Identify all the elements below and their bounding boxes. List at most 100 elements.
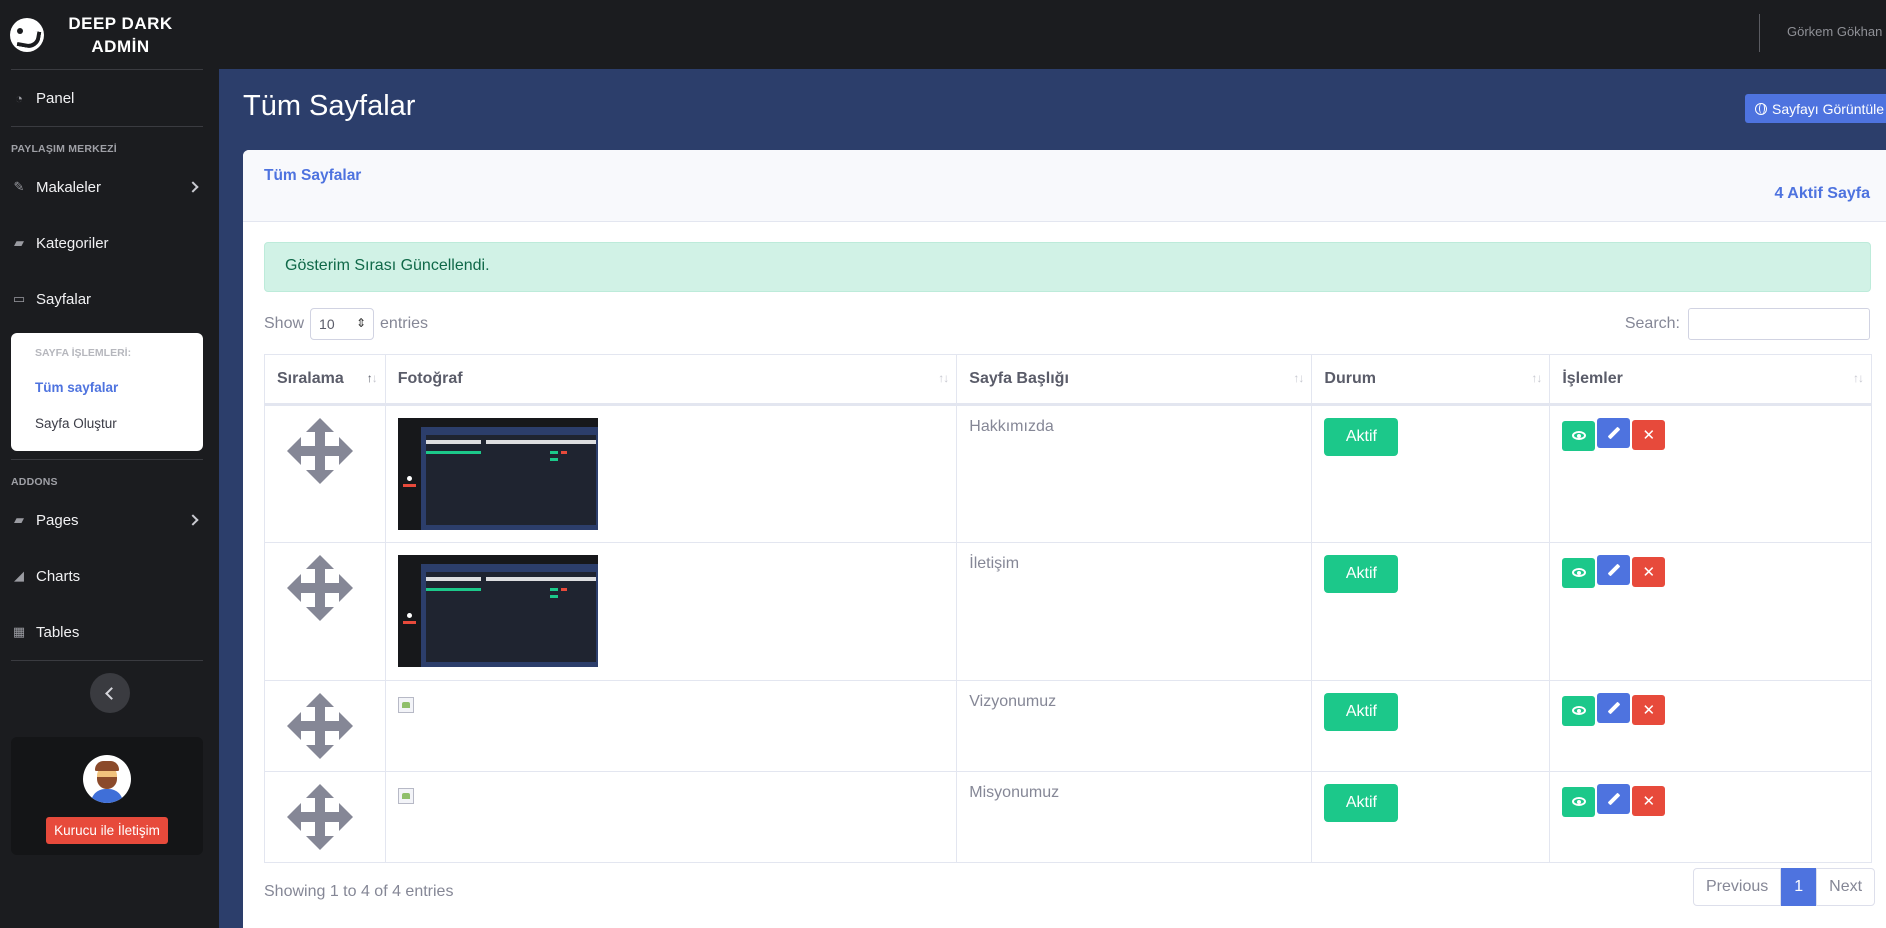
column-header-fotograf[interactable]: Fotoğraf ↑↓ xyxy=(384,354,958,406)
tachometer-icon: ◔ xyxy=(15,90,23,106)
edit-button[interactable] xyxy=(1597,555,1631,585)
sidebar-heading: PAYLAŞIM MERKEZİ xyxy=(11,143,117,155)
pagination-next[interactable]: Next xyxy=(1816,868,1876,906)
sidebar-item-tables[interactable]: ▦ Tables xyxy=(0,604,219,660)
sidebar-item-sayfalar[interactable]: ▭ Sayfalar xyxy=(0,271,219,327)
column-header-durum[interactable]: Durum ↑↓ xyxy=(1311,354,1551,406)
pages-card: Tüm Sayfalar 4 Aktif Sayfa Gösterim Sıra… xyxy=(243,150,1886,928)
table-info: Showing 1 to 4 of 4 entries xyxy=(264,883,454,900)
view-button[interactable] xyxy=(1562,786,1596,817)
times-icon: ✕ xyxy=(1642,793,1656,810)
pencil-icon xyxy=(1607,426,1621,440)
drag-handle-icon[interactable] xyxy=(287,418,353,484)
sidebar: DEEP DARK ADMİN ◔ Panel PAYLAŞIM MERKEZİ… xyxy=(0,0,219,928)
broken-image-icon xyxy=(397,788,414,804)
sidebar-heading: ADDONS xyxy=(11,476,58,488)
times-icon: ✕ xyxy=(1642,564,1656,581)
pagination-previous[interactable]: Previous xyxy=(1693,868,1782,906)
page-title: Tüm Sayfalar xyxy=(243,90,416,122)
page-title-cell: Vizyonumuz xyxy=(956,680,1313,772)
edit-icon: ✎ xyxy=(13,179,25,194)
status-toggle-button[interactable]: Aktif xyxy=(1324,418,1399,456)
card-header: Tüm Sayfalar 4 Aktif Sayfa xyxy=(243,150,1886,222)
success-alert: Gösterim Sırası Güncellendi. xyxy=(264,242,1871,292)
sort-icon: ↑↓ xyxy=(1293,371,1304,385)
table-header-row: Sıralama ↑↓ Fotoğraf ↑↓ Sayfa Başlığı ↑↓ Du… xyxy=(264,354,1872,406)
status-toggle-button[interactable]: Aktif xyxy=(1324,784,1399,822)
folder-icon: ▰ xyxy=(14,512,24,527)
submenu-item-sayfa-olustur[interactable]: Sayfa Oluştur xyxy=(11,405,203,441)
sidebar-item-charts[interactable]: ◢ Charts xyxy=(0,548,219,604)
sidebar-toggle-button[interactable] xyxy=(89,673,130,713)
times-icon: ✕ xyxy=(1642,427,1656,444)
brand-name: DEEP DARK ADMİN xyxy=(68,13,173,56)
chevron-right-icon xyxy=(187,514,199,526)
topbar: Görkem Gökhan xyxy=(219,0,1886,69)
chevron-right-icon xyxy=(187,181,199,193)
edit-button[interactable] xyxy=(1597,418,1631,448)
sidebar-item-makaleler[interactable]: ✎ Makaleler xyxy=(0,159,219,215)
page-thumbnail xyxy=(397,418,598,530)
status-toggle-button[interactable]: Aktif xyxy=(1324,693,1399,731)
delete-button[interactable]: ✕ xyxy=(1632,786,1666,816)
broken-image-icon xyxy=(397,697,414,713)
page-title-cell: Hakkımızda xyxy=(956,404,1313,543)
brand[interactable]: DEEP DARK ADMİN xyxy=(0,0,219,69)
table-row: Vizyonumuz Aktif ✕ xyxy=(264,680,1872,772)
pages-table: Sıralama ↑↓ Fotoğraf ↑↓ Sayfa Başlığı ↑↓ Du… xyxy=(264,354,1872,863)
card-title: Tüm Sayfalar xyxy=(264,167,362,184)
topbar-divider xyxy=(1759,14,1760,52)
user-name[interactable]: Görkem Gökhan xyxy=(1787,24,1882,39)
eye-icon xyxy=(1571,706,1586,715)
entries-select[interactable]: 10 xyxy=(310,308,375,340)
contact-founder-button[interactable]: Kurucu ile İletişim xyxy=(46,817,168,844)
contact-card: Kurucu ile İletişim xyxy=(11,737,203,855)
pencil-icon xyxy=(1607,701,1621,715)
hdd-icon: ▭ xyxy=(12,291,26,306)
status-toggle-button[interactable]: Aktif xyxy=(1324,555,1399,593)
sort-icon: ↑↓ xyxy=(938,371,949,385)
page-title-cell: İletişim xyxy=(956,542,1313,681)
active-count: 4 Aktif Sayfa xyxy=(1774,185,1870,202)
view-button[interactable] xyxy=(1562,695,1596,726)
divider xyxy=(11,660,203,661)
column-header-siralama[interactable]: Sıralama ↑↓ xyxy=(264,354,386,406)
view-button[interactable] xyxy=(1562,420,1596,451)
delete-button[interactable]: ✕ xyxy=(1632,420,1666,450)
drag-handle-icon[interactable] xyxy=(287,693,353,759)
edit-button[interactable] xyxy=(1597,784,1631,814)
folder-icon: ▰ xyxy=(14,235,24,250)
pagination-page-1[interactable]: 1 xyxy=(1781,868,1817,906)
page-thumbnail xyxy=(397,555,598,667)
drag-handle-icon[interactable] xyxy=(287,555,353,621)
globe-icon xyxy=(1755,102,1767,115)
table-search: Search: xyxy=(1625,308,1870,340)
eye-icon xyxy=(1571,431,1586,440)
table-icon: ▦ xyxy=(12,624,26,639)
view-page-button[interactable]: Sayfayı Görüntüle xyxy=(1745,94,1886,123)
submenu-heading: SAYFA İŞLEMLERİ: xyxy=(35,347,132,359)
page-title-cell: Misyonumuz xyxy=(956,771,1313,863)
sidebar-item-panel[interactable]: ◔ Panel xyxy=(0,70,219,126)
sidebar-item-kategoriler[interactable]: ▰ Kategoriler xyxy=(0,215,219,271)
pencil-icon xyxy=(1607,563,1621,577)
table-length: Show 10 entries xyxy=(264,308,428,340)
sort-icon: ↑↓ xyxy=(1531,371,1542,385)
delete-button[interactable]: ✕ xyxy=(1632,557,1666,587)
column-header-sayfa-basligi[interactable]: Sayfa Başlığı ↑↓ xyxy=(956,354,1313,406)
submenu-item-tum-sayfalar[interactable]: Tüm sayfalar xyxy=(11,369,203,405)
edit-button[interactable] xyxy=(1597,693,1631,723)
table-row: İletişim Aktif ✕ xyxy=(264,542,1872,681)
search-input[interactable] xyxy=(1688,308,1870,340)
chart-area-icon: ◢ xyxy=(14,568,24,583)
eye-icon xyxy=(1571,568,1586,577)
delete-button[interactable]: ✕ xyxy=(1632,695,1666,725)
sidebar-item-pages[interactable]: ▰ Pages xyxy=(0,492,219,548)
column-header-islemler[interactable]: İşlemler ↑↓ xyxy=(1549,354,1872,406)
sort-icon: ↑↓ xyxy=(1853,371,1864,385)
eye-icon xyxy=(1571,797,1586,806)
times-icon: ✕ xyxy=(1642,702,1656,719)
pencil-icon xyxy=(1607,792,1621,806)
drag-handle-icon[interactable] xyxy=(287,784,353,850)
view-button[interactable] xyxy=(1562,557,1596,588)
